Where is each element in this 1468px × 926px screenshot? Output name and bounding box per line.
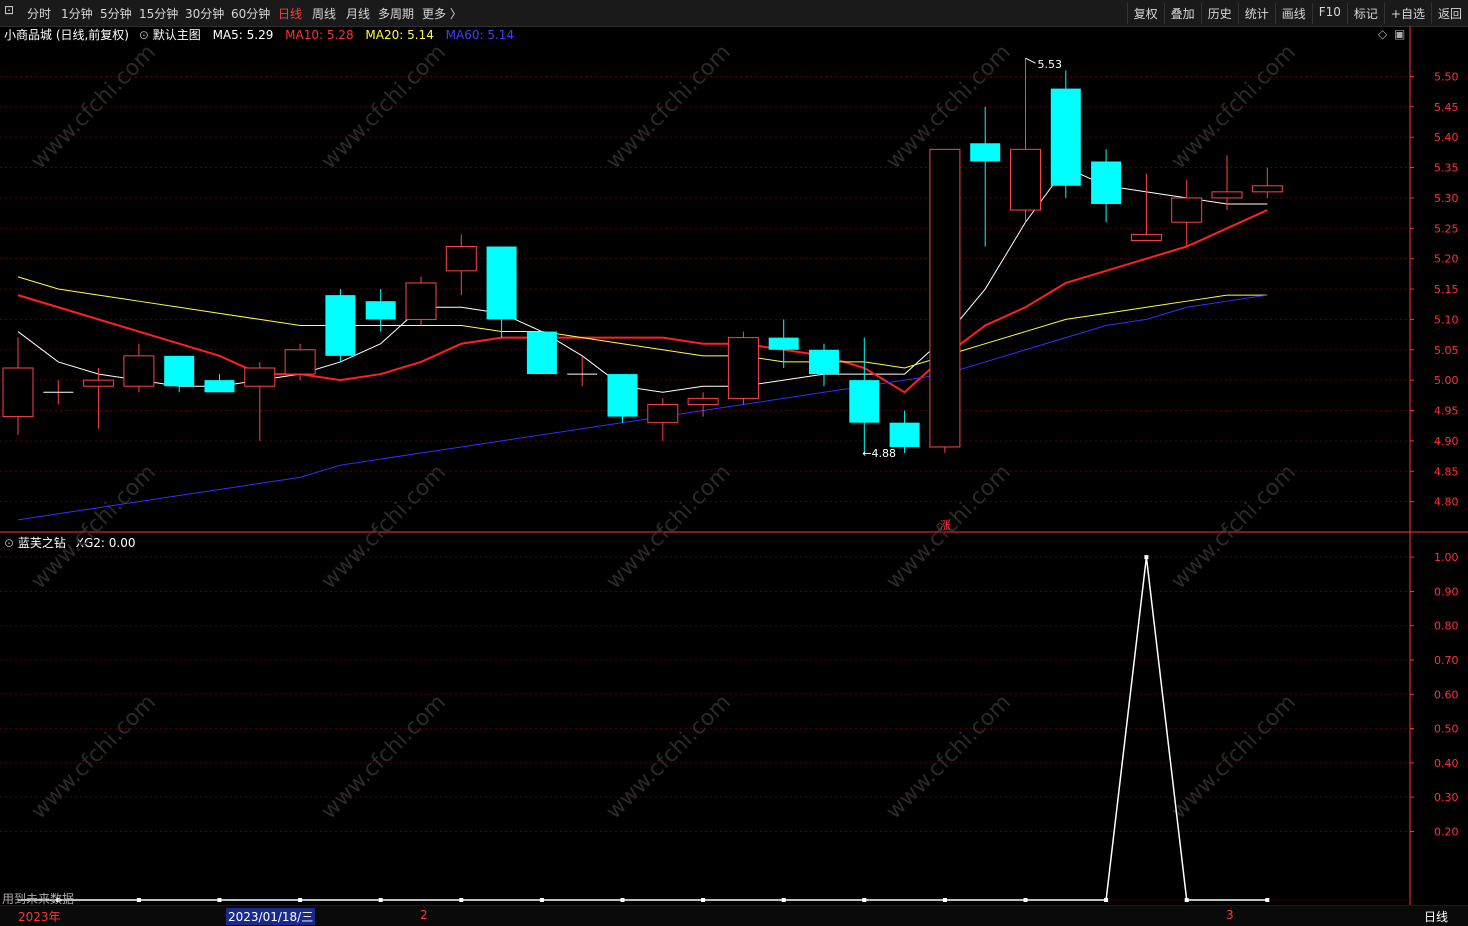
xg2-point-23 [942, 898, 947, 902]
price-tick-4: 5.00 [1434, 374, 1459, 387]
candle-body-12 [486, 246, 517, 320]
price-tick-1: 4.85 [1434, 465, 1459, 478]
cursor-date: 2023/01/18/三 [226, 908, 316, 925]
candle-body-3 [123, 355, 155, 387]
ind-tick-8: 1.00 [1434, 551, 1459, 564]
candle-body-13 [526, 331, 557, 375]
xg2-point-19 [781, 898, 786, 902]
candle-body-28 [1130, 233, 1162, 241]
candle-body-15 [607, 374, 638, 417]
period-label[interactable]: 日线 [1424, 908, 1448, 925]
price-tick-12: 5.40 [1434, 131, 1459, 144]
candle-body-26 [1050, 88, 1081, 186]
xg2-point-31 [1265, 898, 1270, 902]
candle-body-29 [1171, 197, 1203, 223]
candle-body-18 [727, 337, 759, 399]
xg2-point-29 [1184, 898, 1189, 902]
xg2-point-9 [378, 898, 383, 902]
high-marker-label: 5.53 [1038, 58, 1063, 71]
candle-body-2 [83, 379, 115, 387]
candle-body-21 [849, 380, 880, 423]
price-tick-13: 5.45 [1434, 101, 1459, 114]
ind-tick-2: 0.40 [1434, 757, 1459, 770]
watermark-6: www.cfchi.com [317, 460, 451, 594]
candle-body-9 [365, 301, 396, 320]
date-axis-bar: 2023年 2023/01/18/三 2 3 日线 [0, 905, 1468, 926]
limit-up-marker: 涨 [940, 519, 951, 532]
xg2-point-5 [217, 898, 222, 902]
ind-tick-6: 0.80 [1434, 620, 1459, 633]
month-label-2: 2 [420, 908, 428, 922]
price-tick-2: 4.90 [1434, 435, 1459, 448]
candle-body-7 [284, 349, 316, 375]
price-tick-3: 4.95 [1434, 405, 1459, 418]
xg2-point-28 [1144, 555, 1149, 560]
month-label-3: 3 [1226, 908, 1234, 922]
price-tick-10: 5.30 [1434, 192, 1459, 205]
xg2-point-15 [620, 898, 625, 902]
ind-tick-4: 0.60 [1434, 688, 1459, 701]
ind-tick-0: 0.20 [1434, 825, 1459, 838]
ma-line-ma5 [17, 166, 1268, 393]
price-tick-0: 4.80 [1434, 496, 1459, 509]
watermark-14: www.cfchi.com [1167, 690, 1301, 824]
price-tick-11: 5.35 [1434, 162, 1459, 175]
xg2-point-3 [136, 898, 141, 902]
price-tick-7: 5.15 [1434, 283, 1459, 296]
price-tick-8: 5.20 [1434, 253, 1459, 266]
xg2-point-13 [539, 898, 544, 902]
candle-body-16 [647, 403, 679, 424]
xg2-point-17 [701, 898, 706, 902]
candle-body-11 [445, 246, 477, 272]
xg2-point-27 [1104, 898, 1109, 902]
candle-body-0 [2, 367, 34, 418]
xg2-point-11 [459, 898, 464, 902]
xg2-point-25 [1023, 898, 1028, 902]
candle-body-10 [405, 282, 437, 320]
candle-body-20 [809, 349, 839, 375]
candle-body-31 [1251, 185, 1283, 193]
candle-body-4 [164, 355, 195, 387]
watermark-12: www.cfchi.com [602, 690, 736, 824]
candle-body-6 [244, 367, 276, 387]
price-tick-5: 5.05 [1434, 344, 1459, 357]
kline-chart[interactable]: www.cfchi.com www.cfchi.com www.cfchi.com w… [0, 0, 1468, 905]
price-tick-6: 5.10 [1434, 313, 1459, 326]
candle-body-27 [1091, 161, 1122, 204]
ind-tick-1: 0.30 [1434, 791, 1459, 804]
watermark-10: www.cfchi.com [27, 690, 161, 824]
price-tick-14: 5.50 [1434, 70, 1459, 83]
high-marker-line [1025, 57, 1036, 64]
candle-body-5 [204, 380, 235, 393]
candle-body-8 [325, 295, 356, 356]
ind-tick-3: 0.50 [1434, 723, 1459, 736]
candle-body-22 [889, 422, 920, 447]
candle-body-23 [929, 148, 961, 448]
candle-body-24 [970, 143, 1001, 162]
watermark-11: www.cfchi.com [317, 690, 451, 824]
candle-body-25 [1010, 148, 1041, 211]
candle-body-30 [1211, 191, 1243, 199]
xg2-point-21 [862, 898, 867, 902]
ma-line-ma60 [17, 294, 1268, 521]
low-marker-label: ←4.88 [862, 447, 896, 460]
watermark-9: www.cfchi.com [1167, 460, 1301, 594]
price-tick-9: 5.25 [1434, 222, 1459, 235]
watermark-13: www.cfchi.com [882, 690, 1016, 824]
ma-line-ma10 [17, 209, 1268, 394]
watermark-7: www.cfchi.com [602, 460, 736, 594]
ma-line-ma20 [17, 276, 1268, 369]
candle-body-17 [687, 397, 719, 405]
xg2-point-7 [298, 898, 303, 902]
candle-body-19 [768, 337, 799, 350]
year-label: 2023年 [18, 910, 61, 924]
ind-tick-5: 0.70 [1434, 654, 1459, 667]
watermark-5: www.cfchi.com [27, 460, 161, 594]
ind-tick-7: 0.90 [1434, 585, 1459, 598]
